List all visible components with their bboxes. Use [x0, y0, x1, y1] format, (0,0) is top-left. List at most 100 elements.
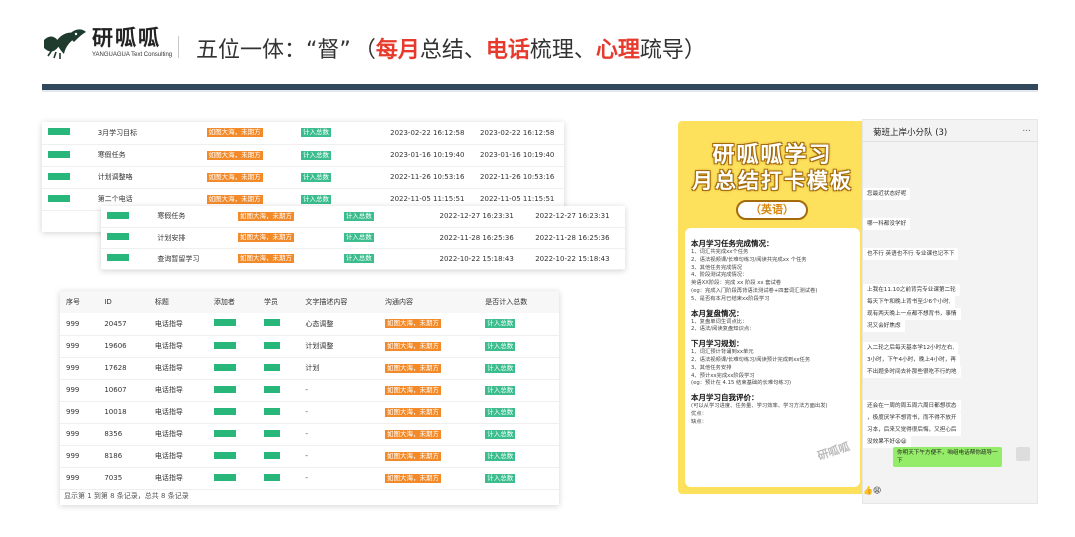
- status-tag[interactable]: 如图大海，未期方: [206, 150, 263, 160]
- status-tag[interactable]: 如图大海，未期方: [206, 194, 263, 204]
- row-adder: [208, 335, 258, 357]
- column-header[interactable]: 标题: [149, 291, 208, 313]
- row-communication: 如图大海，未期方: [379, 313, 479, 335]
- column-header[interactable]: 序号: [60, 291, 98, 313]
- status-tag[interactable]: 如图大海，未期方: [206, 128, 263, 138]
- avatar[interactable]: [1016, 447, 1030, 461]
- table-row[interactable]: 计划调整咯 如图大海，未期方 计入总数 2022-11-26 10:53:16 2022…: [42, 166, 564, 188]
- title-seg-monthly: 每月: [375, 38, 420, 63]
- poster-section-line: (可以从学习进度、任务量、学习效率、学习方法方面出发): [691, 403, 828, 410]
- green-block: [264, 407, 281, 415]
- count-tag[interactable]: 计入总数: [485, 319, 516, 329]
- row-count-cell: 计入总数: [338, 248, 434, 269]
- row-number: 999: [66, 408, 80, 416]
- table-row[interactable]: 999 10607 电话指导 - 如图大海，未期方 计入总数: [60, 379, 559, 401]
- count-tag[interactable]: 计入总数: [485, 341, 516, 351]
- page-title: 五位一体：“督” （每月总结、电话梳理、心理疏导）: [196, 32, 706, 64]
- column-header[interactable]: 文字描述内容: [299, 291, 379, 313]
- row-number: 999: [66, 364, 80, 372]
- count-tag[interactable]: 计入总数: [301, 172, 332, 182]
- row-adder: [208, 379, 258, 401]
- table-row[interactable]: 999 7035 电话指导 - 如图大海，未期方 计入总数: [60, 467, 559, 489]
- more-options-icon[interactable]: ...: [1022, 124, 1031, 134]
- table-row[interactable]: 999 10018 电话指导 - 如图大海，未期方 计入总数: [60, 401, 559, 423]
- chat-message: 每天下午和晚上背书至少6个小时,: [863, 296, 955, 308]
- count-tag[interactable]: 计入总数: [485, 429, 516, 439]
- row-number: 999: [66, 319, 80, 328]
- table-row[interactable]: 寒假任务 如图大海，未期方 计入总数 2022-12-27 16:23:31 2022-…: [101, 206, 625, 227]
- status-tag[interactable]: 如图大海，未期方: [237, 211, 294, 221]
- count-tag[interactable]: 计入总数: [485, 363, 516, 373]
- table-row[interactable]: 3月学习目标 如图大海，未期方 计入总数 2023-02-22 16:12:58 202…: [42, 122, 564, 144]
- table-header-row: 序号 ID 标题 添加者 学员 文字描述内容 沟通内容 是否计入总数: [60, 291, 559, 313]
- column-header[interactable]: 沟通内容: [379, 291, 479, 313]
- green-block: [48, 172, 70, 180]
- count-tag[interactable]: 计入总数: [343, 211, 374, 221]
- status-tag[interactable]: 如图大海，未期方: [384, 319, 441, 329]
- status-tag[interactable]: 如图大海，未期方: [237, 254, 294, 263]
- row-title: 计划调整咯: [97, 173, 133, 181]
- status-tag[interactable]: 如图大海，未期方: [237, 233, 294, 242]
- count-tag[interactable]: 计入总数: [301, 150, 332, 160]
- status-tag[interactable]: 如图大海，未期方: [206, 172, 263, 182]
- title-quote: “督”: [306, 38, 351, 63]
- status-tag[interactable]: 如图大海，未期方: [384, 473, 441, 483]
- table-row[interactable]: 999 8356 电话指导 - 如图大海，未期方 计入总数: [60, 423, 559, 445]
- table-row[interactable]: 寒假任务 如图大海，未期方 计入总数 2023-01-16 10:19:40 2023-…: [42, 144, 564, 166]
- chat-message: 哪一科都没学好: [863, 218, 911, 230]
- green-block: [107, 254, 129, 261]
- count-tag[interactable]: 计入总数: [485, 407, 516, 417]
- row-count-cell: 计入总数: [479, 401, 559, 423]
- row-title: 电话指导: [154, 474, 183, 482]
- green-block: [107, 211, 129, 219]
- row-tag-cell: 如图大海，未期方: [201, 144, 295, 166]
- chat-message: ，极度厌学不想背书，而不得不放开: [863, 412, 961, 424]
- title-seg-summary: 总结、: [419, 38, 486, 63]
- count-tag[interactable]: 计入总数: [485, 451, 516, 461]
- row-student: [258, 379, 299, 401]
- count-tag[interactable]: 计入总数: [485, 385, 516, 395]
- status-tag[interactable]: 如图大海，未期方: [384, 341, 441, 351]
- row-number: 999: [66, 430, 80, 438]
- column-header[interactable]: 学员: [258, 291, 299, 313]
- green-block: [213, 385, 236, 393]
- poster-section-line: 1、词汇预计背诵到xx单元: [691, 349, 754, 356]
- green-block: [213, 407, 236, 415]
- poster-section-line: (eg：预计在 4.15 结束基础的长难句练习): [691, 380, 792, 387]
- chat-message: 习本，后来又觉得很后悔，又担心后: [863, 424, 961, 436]
- monthly-summary-table: 3月学习目标 如图大海，未期方 计入总数 2023-02-22 16:12:58 202…: [42, 122, 564, 211]
- column-header[interactable]: 添加者: [208, 291, 258, 313]
- row-student: [258, 467, 299, 489]
- row-adder: [208, 313, 258, 335]
- count-tag[interactable]: 计入总数: [485, 473, 516, 483]
- header: 研呱呱 YANGUAGUA Text Consulting 五位一体：“督” （每…: [0, 0, 1075, 92]
- table-row[interactable]: 计划安排 如图大海，未期方 计入总数 2022-11-28 16:25:36 2022-…: [101, 227, 625, 248]
- table-row[interactable]: 999 8186 电话指导 - 如图大海，未期方 计入总数: [60, 445, 559, 467]
- row-color-cell: [42, 122, 92, 144]
- status-tag[interactable]: 如图大海，未期方: [384, 429, 441, 439]
- table-row[interactable]: 999 19606 电话指导 计划调整 如图大海，未期方 计入总数: [60, 335, 559, 357]
- table-row[interactable]: 999 17628 电话指导 计划 如图大海，未期方 计入总数: [60, 357, 559, 379]
- count-tag[interactable]: 计入总数: [301, 194, 332, 204]
- frog-logo-icon: [44, 29, 86, 59]
- poster-content-card: 研呱呱 本月学习任务完成情况： 1、词汇共完成xx个任务 2、语法视频课/长难句练习…: [685, 228, 860, 487]
- row-title: 寒假任务: [157, 212, 186, 221]
- row-communication: 如图大海，未期方: [379, 335, 479, 357]
- status-tag[interactable]: 如图大海，未期方: [384, 363, 441, 373]
- status-tag[interactable]: 如图大海，未期方: [384, 385, 441, 395]
- count-tag[interactable]: 计入总数: [301, 128, 332, 138]
- row-title: 寒假任务: [97, 151, 126, 159]
- status-tag[interactable]: 如图大海，未期方: [384, 451, 441, 461]
- title-seg-sort: 梳理、: [529, 38, 596, 63]
- table-row[interactable]: 查询暂留学习 如图大海，未期方 计入总数 2022-10-22 15:18:43 202…: [101, 248, 625, 269]
- count-tag[interactable]: 计入总数: [343, 233, 374, 242]
- green-block: [48, 194, 70, 202]
- row-title: 3月学习目标: [97, 128, 138, 137]
- column-header[interactable]: ID: [98, 291, 149, 313]
- column-header[interactable]: 是否计入总数: [479, 291, 559, 313]
- status-tag[interactable]: 如图大海，未期方: [384, 407, 441, 417]
- row-number: 999: [66, 474, 80, 482]
- row-description: -: [305, 474, 308, 482]
- table-row[interactable]: 999 20457 电话指导 心态调整 如图大海，未期方 计入总数: [60, 313, 559, 335]
- count-tag[interactable]: 计入总数: [343, 254, 374, 263]
